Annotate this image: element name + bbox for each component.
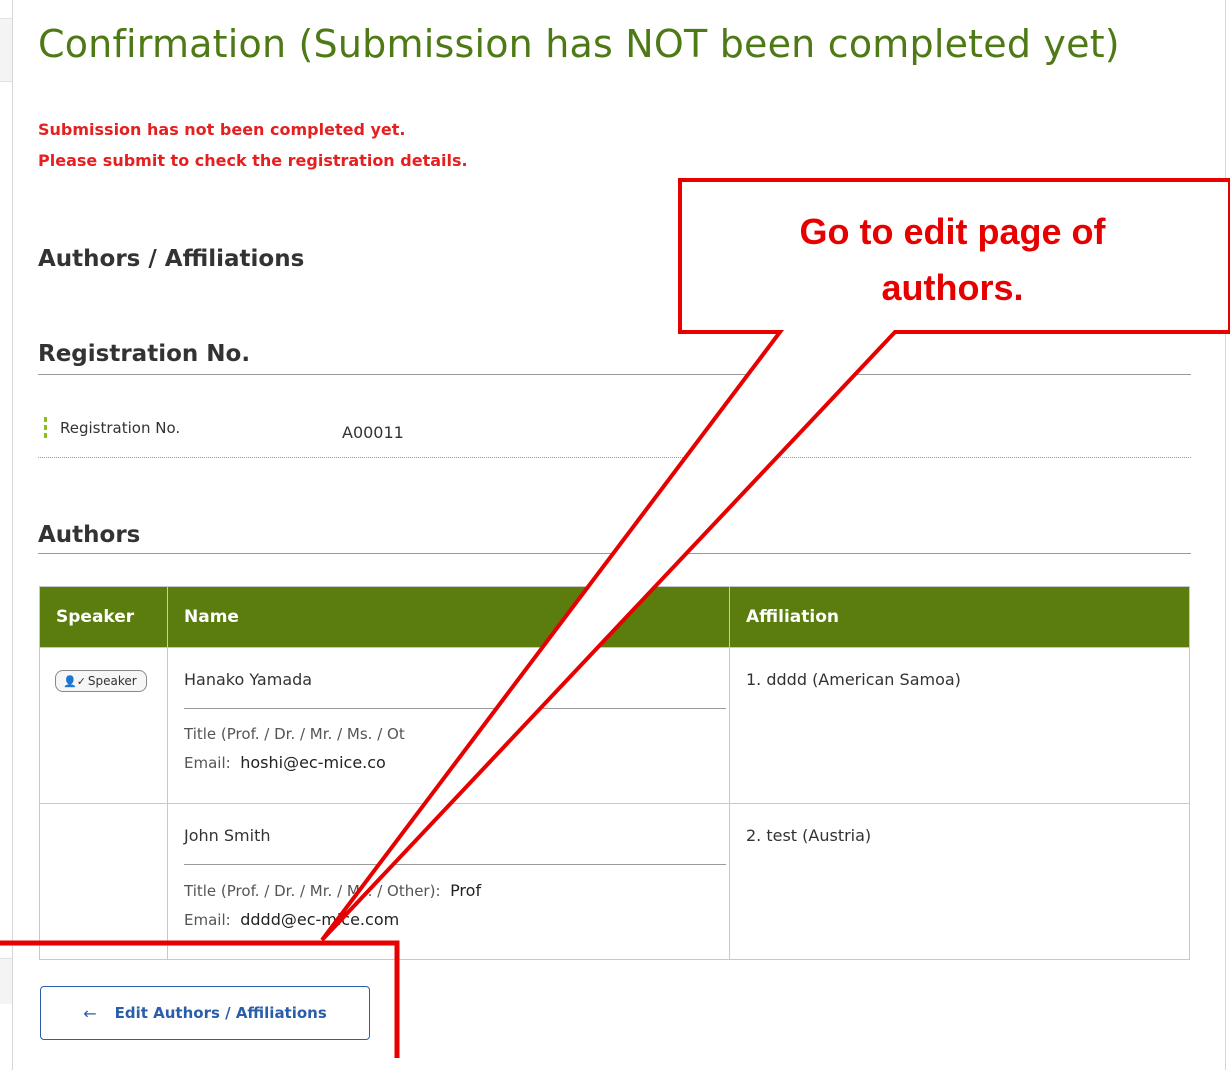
authors-heading-rule: [38, 553, 1191, 554]
table-row: John Smith Title (Prof. / Dr. / Mr. / Ms…: [39, 803, 1190, 960]
speaker-badge-label: Speaker: [87, 674, 137, 688]
author-name: Hanako Yamada: [184, 670, 726, 709]
authors-table-header: Speaker Name Affiliation: [39, 586, 1190, 648]
email-label: Email:: [184, 754, 231, 772]
author-email-row: Email: dddd@ec-mice.com: [184, 910, 729, 929]
speaker-cell: [39, 803, 168, 960]
callout-line-2: authors.: [881, 267, 1024, 308]
page-title: Confirmation (Submission has NOT been co…: [38, 22, 1120, 66]
edit-authors-button[interactable]: ← Edit Authors / Affiliations: [40, 986, 370, 1040]
author-title-row: Title (Prof. / Dr. / Mr. / Ms. / Other):…: [184, 881, 729, 900]
title-label: Title (Prof. / Dr. / Mr. / Ms. / Other):: [184, 882, 441, 900]
person-check-icon: 👤✓: [63, 675, 86, 688]
section-title: Authors / Affiliations: [38, 246, 305, 272]
registration-value: A00011: [342, 423, 404, 442]
column-header-speaker: Speaker: [39, 586, 168, 648]
email-value: hoshi@ec-mice.co: [240, 753, 386, 772]
email-label: Email:: [184, 911, 231, 929]
registration-heading-rule: [38, 374, 1191, 375]
registration-label: Registration No.: [60, 419, 181, 437]
left-strip: [0, 0, 12, 1058]
warning-line-2: Please submit to check the registration …: [38, 151, 468, 170]
left-strip-top-block: [0, 18, 12, 82]
authors-heading: Authors: [38, 522, 141, 548]
callout-line-1: Go to edit page of: [799, 211, 1106, 252]
author-title-row: Title (Prof. / Dr. / Mr. / Ms. / Ot: [184, 725, 729, 743]
affiliation-value: 1. dddd (American Samoa): [746, 670, 961, 689]
email-value: dddd@ec-mice.com: [240, 910, 400, 929]
affiliation-cell: 1. dddd (American Samoa): [729, 647, 1190, 804]
field-marker-icon: [44, 417, 47, 439]
authors-table: Speaker Name Affiliation 👤✓ Speaker Hanak…: [39, 586, 1190, 960]
author-email-row: Email: hoshi@ec-mice.co: [184, 753, 729, 772]
registration-divider: [38, 457, 1191, 458]
speaker-cell: 👤✓ Speaker: [39, 647, 168, 804]
affiliation-cell: 2. test (Austria): [729, 803, 1190, 960]
column-header-name: Name: [167, 586, 730, 648]
edit-authors-button-label: Edit Authors / Affiliations: [114, 1004, 327, 1022]
speaker-badge: 👤✓ Speaker: [55, 670, 147, 692]
callout-text: Go to edit page of authors.: [680, 204, 1225, 316]
affiliation-value: 2. test (Austria): [746, 826, 872, 845]
column-header-affiliation: Affiliation: [729, 586, 1190, 648]
registration-heading: Registration No.: [38, 341, 251, 367]
warning-line-1: Submission has not been completed yet.: [38, 120, 406, 139]
arrow-left-icon: ←: [83, 1003, 97, 1023]
table-row: 👤✓ Speaker Hanako Yamada Title (Prof. / D…: [39, 647, 1190, 804]
name-cell: Hanako Yamada Title (Prof. / Dr. / Mr. /…: [167, 647, 730, 804]
title-value: Prof: [450, 881, 482, 900]
title-label: Title (Prof. / Dr. / Mr. / Ms. / Ot: [184, 725, 405, 743]
author-name: John Smith: [184, 826, 726, 865]
name-cell: John Smith Title (Prof. / Dr. / Mr. / Ms…: [167, 803, 730, 960]
left-strip-bottom-block: [0, 958, 12, 1004]
